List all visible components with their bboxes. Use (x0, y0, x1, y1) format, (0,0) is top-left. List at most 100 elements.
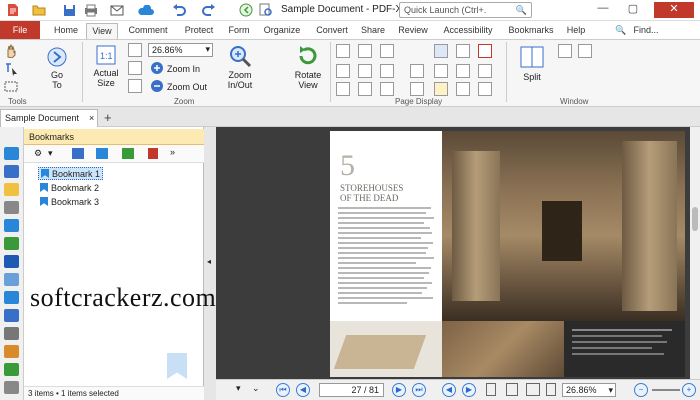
location-panel-icon[interactable] (4, 291, 19, 304)
email-icon[interactable] (108, 2, 126, 18)
zoom-select[interactable]: 26.86% ▾ (148, 43, 213, 57)
go-to-button[interactable]: Go To (42, 46, 72, 90)
magnet-icon[interactable] (478, 44, 492, 58)
cursor-icon[interactable] (434, 44, 448, 58)
snapshot-icon[interactable] (4, 80, 18, 94)
quick-launch-input[interactable]: Quick Launch (Ctrl+. 🔍 (399, 2, 532, 18)
panel-splitter[interactable]: ◂ (204, 127, 216, 400)
undo-icon[interactable] (170, 2, 188, 18)
new-window-icon[interactable] (558, 44, 572, 58)
new-tab-button[interactable]: + (104, 110, 112, 125)
chevron-down-icon[interactable]: ▾ (48, 148, 53, 159)
more-options-icon[interactable]: » (170, 147, 175, 157)
single-page-view-icon[interactable] (486, 383, 496, 396)
cover-page-icon[interactable] (358, 64, 372, 78)
highlight-icon[interactable] (434, 82, 448, 96)
fit-width-icon[interactable] (128, 61, 142, 75)
marquee-icon[interactable] (456, 44, 470, 58)
grid-icon[interactable] (434, 64, 448, 78)
coordinates-icon[interactable] (456, 82, 470, 96)
new-bookmark-icon[interactable] (122, 148, 134, 159)
continuous-view-icon[interactable] (506, 383, 518, 396)
chevron-down-icon[interactable]: ⌄ (252, 383, 260, 394)
add-child-bookmark-icon[interactable] (96, 148, 108, 159)
gear-icon[interactable]: ⚙ (34, 148, 42, 159)
back-icon[interactable] (238, 2, 254, 18)
tab-comment[interactable]: Comment (122, 23, 174, 39)
split-button[interactable]: Split (514, 44, 550, 82)
bookmarks-panel-icon[interactable] (4, 147, 19, 160)
cloud-upload-icon[interactable] (134, 2, 158, 18)
close-button[interactable]: ✕ (654, 2, 694, 18)
facing-icon[interactable] (336, 82, 350, 96)
rtl-icon[interactable] (358, 82, 372, 96)
find-button[interactable]: Find... (630, 23, 662, 39)
zoom-out-button[interactable]: − (634, 383, 648, 397)
continuous-icon[interactable] (336, 64, 350, 78)
scrollbar-thumb[interactable] (692, 207, 698, 231)
single-page-icon[interactable] (336, 44, 350, 58)
actual-size-button[interactable]: 1:1 Actual Size (88, 44, 124, 88)
status-zoom-select[interactable]: 26.86% ▾ (562, 383, 616, 397)
page-gap-icon[interactable] (380, 64, 394, 78)
rulers-icon[interactable] (478, 82, 492, 96)
properties-panel-icon[interactable] (4, 327, 19, 340)
fit-page-icon[interactable] (128, 43, 142, 57)
forward-view-button[interactable]: ▶ (462, 383, 476, 397)
structure-panel-icon[interactable] (4, 309, 19, 322)
pages-panel-icon[interactable] (4, 165, 19, 178)
previous-page-button[interactable]: ◀ (296, 383, 310, 397)
document-view[interactable]: 5 STOREHOUSES OF THE DEAD (216, 127, 690, 379)
scroll-down-icon[interactable]: ▾ (236, 383, 241, 394)
attachments-panel-icon[interactable] (4, 201, 19, 214)
print-icon[interactable] (82, 2, 100, 18)
tab-help[interactable]: Help (563, 23, 589, 39)
tab-view[interactable]: View (86, 23, 118, 39)
eye-icon[interactable] (456, 64, 470, 78)
guides-icon[interactable] (478, 64, 492, 78)
split-page-icon[interactable] (380, 44, 394, 58)
delete-icon[interactable] (148, 148, 158, 159)
next-page-button[interactable]: ▶ (392, 383, 406, 397)
signatures-panel-icon[interactable] (4, 237, 19, 250)
tab-bookmarks[interactable]: Bookmarks (503, 23, 559, 39)
maximize-button[interactable]: ▢ (620, 2, 646, 18)
page-layout-icon[interactable] (380, 82, 394, 96)
tab-share[interactable]: Share (358, 23, 388, 39)
last-page-button[interactable]: ⏭ (412, 383, 426, 397)
tab-review[interactable]: Review (394, 23, 432, 39)
more-panels-icon[interactable] (4, 381, 19, 394)
find-icon[interactable]: 🔍 (612, 23, 630, 39)
tab-home[interactable]: Home (48, 23, 84, 39)
zoom-in-button[interactable]: + (682, 383, 696, 397)
tab-form[interactable]: Form (224, 23, 254, 39)
bookmark-item[interactable]: Bookmark 1 (38, 167, 104, 180)
zoom-in-button[interactable]: Zoom In (150, 61, 200, 77)
stamps-panel-icon[interactable] (4, 345, 19, 358)
minimize-button[interactable]: — (590, 2, 616, 18)
comments-panel-icon[interactable] (4, 183, 19, 196)
open-folder-icon[interactable] (30, 2, 48, 18)
page-border-icon[interactable] (410, 82, 424, 96)
facing-continuous-icon[interactable] (546, 383, 556, 396)
select-text-icon[interactable] (4, 62, 18, 78)
redo-icon[interactable] (200, 2, 218, 18)
two-page-icon[interactable] (358, 44, 372, 58)
search-page-icon[interactable] (258, 2, 274, 18)
zoom-slider[interactable] (652, 389, 680, 391)
back-view-button[interactable]: ◀ (442, 383, 456, 397)
close-tab-icon[interactable]: × (89, 113, 94, 123)
content-panel-icon[interactable] (4, 255, 19, 268)
tags-panel-icon[interactable] (4, 273, 19, 286)
tab-organize[interactable]: Organize (259, 23, 305, 39)
tab-accessibility[interactable]: Accessibility (437, 23, 499, 39)
document-tab[interactable]: Sample Document × (0, 109, 98, 127)
tab-protect[interactable]: Protect (177, 23, 221, 39)
tab-convert[interactable]: Convert (310, 23, 354, 39)
fields-panel-icon[interactable] (4, 363, 19, 376)
page-number-input[interactable]: 27 / 81 (319, 383, 384, 397)
facing-view-icon[interactable] (526, 383, 540, 396)
collapse-icon[interactable]: ◂ (207, 257, 211, 266)
tile-windows-icon[interactable] (578, 44, 592, 58)
layers-panel-icon[interactable] (4, 219, 19, 232)
